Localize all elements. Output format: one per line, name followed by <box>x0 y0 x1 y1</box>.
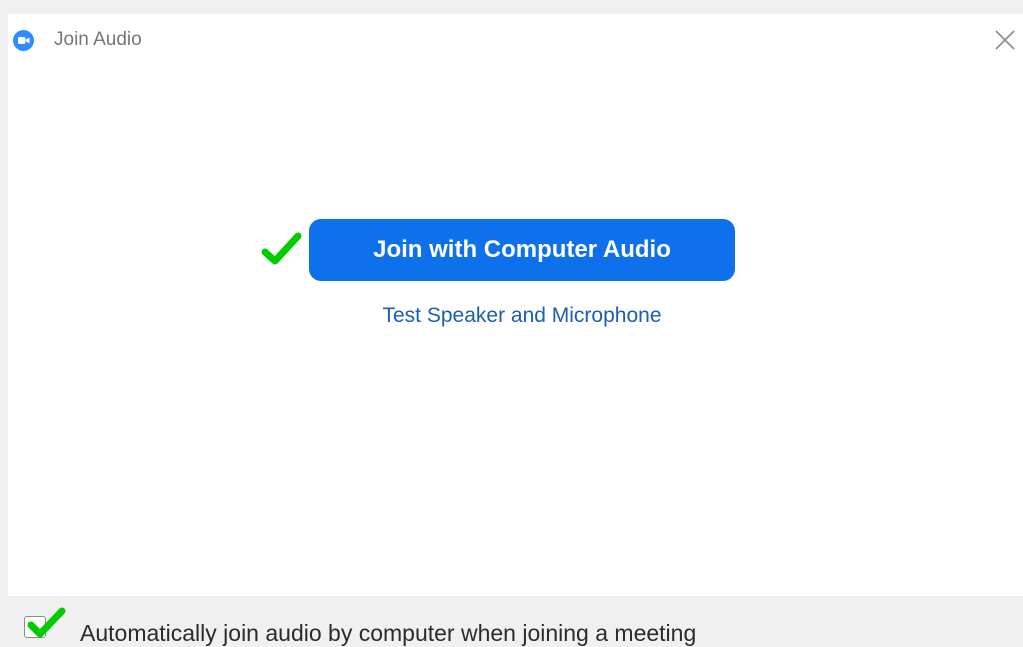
close-icon[interactable] <box>991 26 1019 54</box>
join-with-computer-audio-button[interactable]: Join with Computer Audio <box>309 219 735 281</box>
window-title: Join Audio <box>54 29 142 50</box>
zoom-app-icon <box>13 30 34 51</box>
test-speaker-microphone-link[interactable]: Test Speaker and Microphone <box>309 303 735 329</box>
footer-bar: Automatically join audio by computer whe… <box>0 596 1023 646</box>
auto-join-label: Automatically join audio by computer whe… <box>80 620 697 646</box>
green-checkmark-icon <box>27 607 66 638</box>
title-bar: Join Audio <box>8 14 1023 66</box>
green-checkmark-icon <box>261 232 302 265</box>
join-audio-dialog: Join Audio Join with Computer Audio Test… <box>8 14 1023 596</box>
